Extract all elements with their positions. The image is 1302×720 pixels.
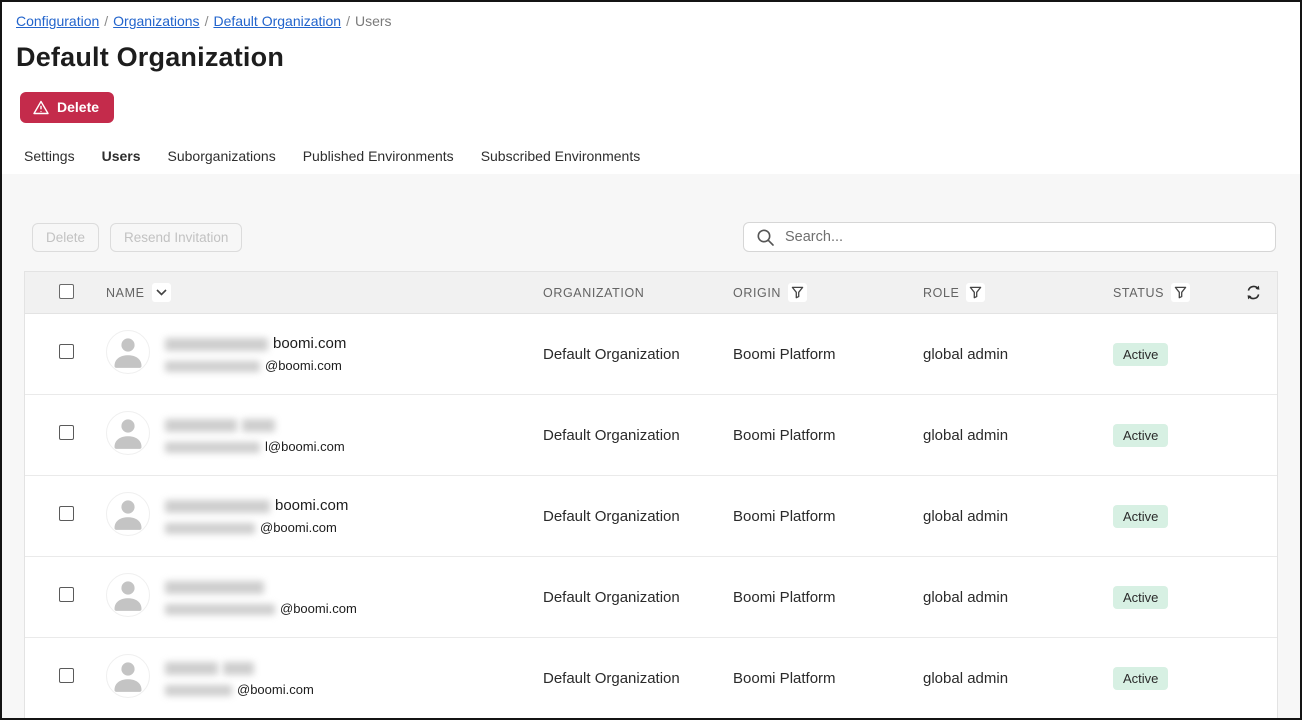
redaction-blur — [165, 685, 232, 696]
cell-origin: Boomi Platform — [733, 346, 923, 363]
person-silhouette-icon — [106, 330, 150, 379]
table-row[interactable]: boomi.com @boomi.com Default Organizatio… — [25, 314, 1277, 395]
cell-origin: Boomi Platform — [733, 670, 923, 687]
app-window: Configuration/Organizations/Default Orga… — [0, 0, 1302, 720]
breadcrumb-link-organizations[interactable]: Organizations — [113, 13, 199, 29]
users-table: NAME ORGANIZATION ORIGIN ROLE — [24, 271, 1278, 719]
user-name-redacted: boomi.com — [165, 496, 348, 516]
person-silhouette-icon — [106, 654, 150, 703]
cell-role: global admin — [923, 670, 1113, 687]
person-silhouette-icon — [106, 411, 150, 460]
redaction-blur — [165, 500, 270, 513]
user-name-redacted — [165, 658, 314, 678]
delete-button-label: Delete — [57, 99, 99, 115]
cell-origin: Boomi Platform — [733, 589, 923, 606]
column-header-role: ROLE — [923, 286, 959, 300]
origin-filter-funnel-icon[interactable] — [788, 283, 807, 302]
table-row[interactable]: @boomi.com Default Organization Boomi Pl… — [25, 557, 1277, 638]
status-filter-funnel-icon[interactable] — [1171, 283, 1190, 302]
user-email-redacted: @boomi.com — [165, 681, 314, 698]
column-header-origin: ORIGIN — [733, 286, 781, 300]
status-badge: Active — [1113, 667, 1168, 690]
resend-invitation-button[interactable]: Resend Invitation — [110, 223, 242, 252]
row-checkbox[interactable] — [59, 506, 74, 521]
delete-organization-button[interactable]: Delete — [20, 92, 114, 123]
search-input[interactable] — [743, 222, 1276, 252]
breadcrumb: Configuration/Organizations/Default Orga… — [2, 2, 1300, 29]
redaction-blur — [165, 662, 218, 675]
redaction-blur — [165, 581, 264, 594]
column-header-organization: ORGANIZATION — [543, 286, 644, 300]
row-checkbox[interactable] — [59, 425, 74, 440]
breadcrumb-link-default-organization[interactable]: Default Organization — [213, 13, 341, 29]
breadcrumb-separator: / — [104, 13, 108, 29]
cell-origin: Boomi Platform — [733, 508, 923, 525]
chevron-down-icon[interactable] — [152, 283, 171, 302]
column-header-name: NAME — [106, 286, 145, 300]
person-silhouette-icon — [106, 492, 150, 541]
user-email-redacted: @boomi.com — [165, 357, 346, 374]
user-name-redacted — [165, 415, 345, 435]
user-name-redacted — [165, 577, 357, 597]
user-name-redacted: boomi.com — [165, 334, 346, 354]
status-badge: Active — [1113, 424, 1168, 447]
table-row[interactable]: boomi.com @boomi.com Default Organizatio… — [25, 476, 1277, 557]
role-filter-funnel-icon[interactable] — [966, 283, 985, 302]
row-checkbox[interactable] — [59, 587, 74, 602]
table-row[interactable]: @boomi.com Default Organization Boomi Pl… — [25, 638, 1277, 719]
user-email-redacted: @boomi.com — [165, 519, 348, 536]
table-header-row: NAME ORGANIZATION ORIGIN ROLE — [25, 272, 1277, 314]
cell-organization: Default Organization — [543, 508, 733, 525]
redaction-blur — [165, 523, 255, 534]
user-email-redacted: l@boomi.com — [165, 438, 345, 455]
cell-organization: Default Organization — [543, 346, 733, 363]
redaction-blur — [165, 338, 268, 351]
status-badge: Active — [1113, 505, 1168, 528]
cell-origin: Boomi Platform — [733, 427, 923, 444]
cell-role: global admin — [923, 427, 1113, 444]
redaction-blur — [165, 419, 237, 432]
search-box — [743, 222, 1276, 252]
redaction-blur — [223, 662, 254, 675]
column-header-status: STATUS — [1113, 286, 1164, 300]
refresh-icon[interactable] — [1245, 284, 1277, 301]
table-toolbar: Delete Resend Invitation — [32, 222, 1276, 252]
redaction-blur — [165, 604, 275, 615]
user-email-redacted: @boomi.com — [165, 600, 357, 617]
redaction-blur — [165, 361, 260, 372]
row-checkbox[interactable] — [59, 668, 74, 683]
status-badge: Active — [1113, 586, 1168, 609]
breadcrumb-link-configuration[interactable]: Configuration — [16, 13, 99, 29]
breadcrumb-separator: / — [346, 13, 350, 29]
table-row[interactable]: l@boomi.com Default Organization Boomi P… — [25, 395, 1277, 476]
breadcrumb-current: Users — [355, 13, 392, 29]
redaction-blur — [242, 419, 275, 432]
status-badge: Active — [1113, 343, 1168, 366]
warning-triangle-icon — [33, 100, 49, 115]
search-icon — [756, 228, 775, 252]
cell-role: global admin — [923, 346, 1113, 363]
page-title: Default Organization — [16, 42, 1300, 73]
cell-organization: Default Organization — [543, 670, 733, 687]
cell-role: global admin — [923, 508, 1113, 525]
cell-role: global admin — [923, 589, 1113, 606]
select-all-checkbox[interactable] — [59, 284, 74, 299]
users-tab-content: Delete Resend Invitation NAME — [2, 174, 1300, 718]
breadcrumb-separator: / — [205, 13, 209, 29]
person-silhouette-icon — [106, 573, 150, 622]
cell-organization: Default Organization — [543, 589, 733, 606]
cell-organization: Default Organization — [543, 427, 733, 444]
redaction-blur — [165, 442, 260, 453]
delete-users-button[interactable]: Delete — [32, 223, 99, 252]
row-checkbox[interactable] — [59, 344, 74, 359]
